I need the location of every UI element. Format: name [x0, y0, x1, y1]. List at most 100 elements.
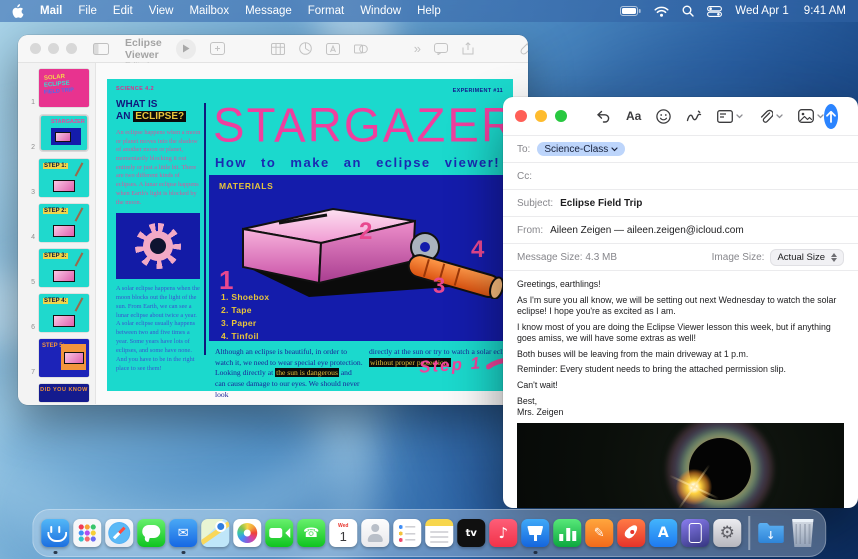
dock-tv[interactable]: tv [456, 511, 486, 555]
attach-file-button[interactable] [758, 109, 783, 124]
dock-facetime[interactable] [264, 511, 294, 555]
menu-message[interactable]: Message [245, 5, 292, 17]
sidebar-toggle-icon[interactable] [93, 43, 109, 55]
menu-help[interactable]: Help [417, 5, 441, 17]
from-field[interactable]: From: Aileen Zeigen — aileen.zeigen@iclo… [503, 216, 858, 243]
image-size-select[interactable]: Actual Size [770, 249, 844, 266]
slide-4-preview[interactable]: STEP 2: [39, 204, 89, 242]
dock-launchpad[interactable] [72, 511, 102, 555]
menu-format[interactable]: Format [308, 5, 344, 17]
dock-numbers[interactable] [552, 511, 582, 555]
menu-mailbox[interactable]: Mailbox [189, 5, 229, 17]
slide-thumbnail-2-selected[interactable]: 2 STARGAZER [26, 114, 90, 152]
slide-6-preview[interactable]: STEP 4: [39, 294, 89, 332]
dock-trash[interactable] [788, 511, 818, 555]
zoom-button[interactable] [555, 110, 567, 122]
dock-calendar[interactable]: Wed1 [328, 511, 358, 555]
slide-thumbnail-6[interactable]: 6 STEP 4: [26, 294, 90, 332]
menu-window[interactable]: Window [360, 5, 401, 17]
dock-contacts[interactable] [360, 511, 390, 555]
table-button[interactable] [271, 43, 285, 55]
chart-button[interactable] [299, 42, 312, 55]
dock-phone[interactable]: ☎ [296, 511, 326, 555]
slide-7-preview[interactable]: STEP 5: [39, 339, 89, 377]
menu-view[interactable]: View [149, 5, 174, 17]
poster-main-column: STARGAZER How to make an eclipse viewer!… [211, 85, 508, 391]
slide-1-preview[interactable]: SOLAR ECLIPSE FIELD TRIP [39, 69, 89, 107]
poster-slide[interactable]: SCIENCE 4.2 EXPERIMENT #11 WHAT IS AN EC… [107, 79, 513, 391]
wifi-icon[interactable] [654, 6, 669, 17]
menu-file[interactable]: File [78, 5, 97, 17]
insert-photo-button[interactable] [798, 109, 824, 123]
dock-maps[interactable] [200, 511, 230, 555]
markup-scribble-icon[interactable] [686, 109, 702, 123]
menu-app-name[interactable]: Mail [40, 5, 62, 17]
dock-appstore[interactable]: A [648, 511, 678, 555]
slide-thumbnail-8[interactable]: DID YOU KNOW [26, 384, 90, 402]
close-button[interactable] [30, 43, 41, 54]
slide-canvas[interactable]: SCIENCE 4.2 EXPERIMENT #11 WHAT IS AN EC… [96, 63, 528, 404]
signature: Best, Mrs. Zeigen [517, 396, 844, 418]
dock-messages[interactable] [136, 511, 166, 555]
slide-2-preview[interactable]: STARGAZER [41, 116, 87, 150]
message-body-editor[interactable]: Greetings, earthlings! As I'm sure you a… [503, 270, 858, 508]
dock-music[interactable]: ♪ [488, 511, 518, 555]
dock-finder[interactable] [40, 511, 70, 555]
keynote-titlebar[interactable]: DIY Eclipse Viewer Edited [18, 35, 528, 63]
slide-thumbnail-3[interactable]: 3 STEP 1: [26, 159, 90, 197]
window-controls[interactable] [30, 43, 77, 54]
dock-keynote[interactable] [520, 511, 550, 555]
dock-iphone-mirroring[interactable] [680, 511, 710, 555]
minimize-button[interactable] [48, 43, 59, 54]
dock-schoolwork[interactable] [616, 511, 646, 555]
emoji-picker-icon[interactable] [656, 109, 671, 124]
eclipse-photo-attachment[interactable] [517, 423, 844, 508]
dock-reminders[interactable] [392, 511, 422, 555]
dock-photos[interactable] [232, 511, 262, 555]
slide-thumbnail-1[interactable]: 1 SOLAR ECLIPSE FIELD TRIP [26, 69, 90, 107]
cc-field[interactable]: Cc: [503, 162, 858, 189]
battery-icon[interactable] [620, 6, 641, 16]
undo-icon[interactable] [595, 109, 611, 123]
menu-edit[interactable]: Edit [113, 5, 133, 17]
slide-8-preview[interactable]: DID YOU KNOW [39, 384, 89, 402]
dock-pages[interactable]: ✎ [584, 511, 614, 555]
slide-5-preview[interactable]: STEP 3: [39, 249, 89, 287]
spotlight-search-icon[interactable] [682, 5, 694, 17]
shape-button[interactable] [354, 43, 368, 55]
subject-field[interactable]: Subject: Eclipse Field Trip [503, 189, 858, 216]
apple-menu-icon[interactable] [12, 4, 24, 18]
slide-thumbnail-4[interactable]: 4 STEP 2: [26, 204, 90, 242]
format-button[interactable]: Aa [626, 109, 641, 123]
slide-thumbnail-7[interactable]: 7 STEP 5: [26, 339, 90, 377]
control-center-icon[interactable] [707, 6, 722, 17]
close-button[interactable] [515, 110, 527, 122]
share-button[interactable] [462, 42, 474, 55]
menubar-time[interactable]: 9:41 AM [804, 5, 846, 17]
dock-safari[interactable] [104, 511, 134, 555]
body-paragraph: Can't wait! [517, 380, 844, 391]
dock-notes[interactable] [424, 511, 454, 555]
dock-settings[interactable]: ⚙ [712, 511, 742, 555]
subject-label: Subject: [517, 198, 553, 209]
recipient-token[interactable]: Science-Class [537, 142, 625, 156]
dock-mail[interactable]: ✉ [168, 511, 198, 555]
slide-3-preview[interactable]: STEP 1: [39, 159, 89, 197]
text-button[interactable] [326, 43, 340, 55]
header-fields-button[interactable] [717, 110, 743, 123]
add-slide-button[interactable] [210, 42, 225, 55]
toolbar-overflow-icon[interactable]: » [414, 41, 420, 56]
to-field[interactable]: To: Science-Class [503, 135, 858, 162]
window-controls[interactable] [515, 110, 567, 122]
dock-downloads[interactable]: ↓ [756, 511, 786, 555]
slide-thumbnail-5[interactable]: 5 STEP 3: [26, 249, 90, 287]
zoom-button[interactable] [66, 43, 77, 54]
menubar-date[interactable]: Wed Apr 1 [735, 5, 789, 17]
minimize-button[interactable] [535, 110, 547, 122]
format-brush-button[interactable] [520, 42, 528, 55]
send-button[interactable] [824, 104, 838, 129]
material-item: 3. Paper [221, 317, 269, 330]
mail-toolbar: Aa [503, 97, 858, 135]
play-button[interactable] [176, 39, 196, 59]
comment-button[interactable] [434, 43, 448, 55]
